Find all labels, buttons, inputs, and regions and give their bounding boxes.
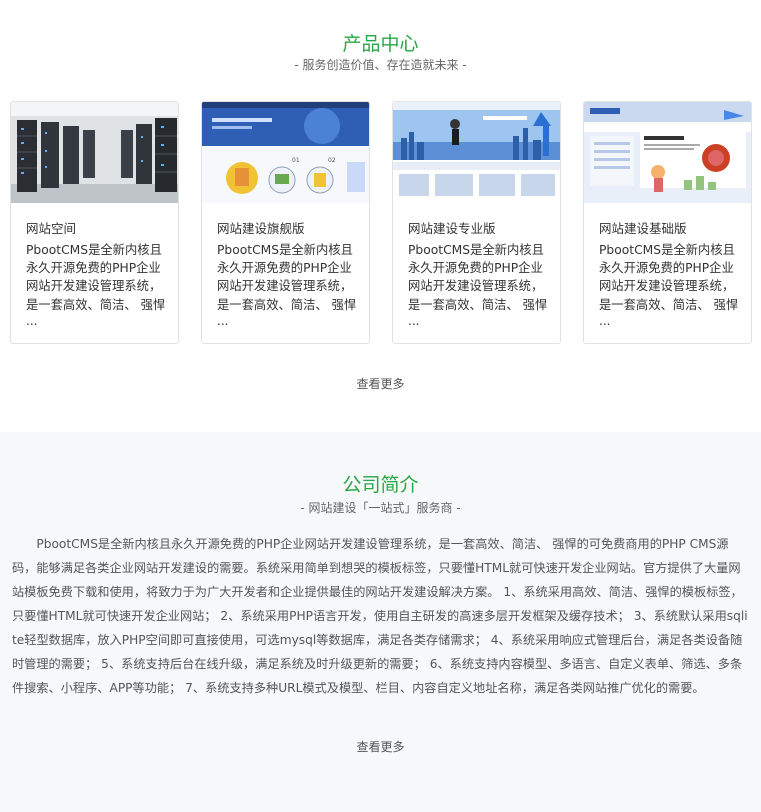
product-card-flagship[interactable]: 01 02 网站建设旗舰版 PbootCMS是全新内核且永久开源免费的PHP企业… bbox=[201, 101, 370, 344]
products-view-more-link[interactable]: 查看更多 bbox=[0, 375, 761, 392]
product-card-description: PbootCMS是全新内核且永久开源免费的PHP企业网站开发建设管理系统，是一套… bbox=[26, 243, 166, 312]
product-card-ellipsis: ... bbox=[408, 314, 420, 328]
company-profile-subtitle: - 网站建设「一站式」服务商 - bbox=[300, 501, 461, 515]
product-center-section: 产品中心 - 服务创造价值、存在造就未来 - 网站空间 PbootCMS是全新内… bbox=[0, 0, 761, 432]
website-template-image[interactable]: 01 02 bbox=[202, 102, 369, 203]
product-card-description: PbootCMS是全新内核且永久开源免费的PHP企业网站开发建设管理系统，是一套… bbox=[599, 243, 739, 312]
product-card-ellipsis: ... bbox=[217, 314, 229, 328]
product-card-hosting[interactable]: 网站空间 PbootCMS是全新内核且永久开源免费的PHP企业网站开发建设管理系… bbox=[10, 101, 179, 344]
product-card-ellipsis: ... bbox=[599, 314, 611, 328]
website-template-image[interactable] bbox=[584, 102, 751, 203]
about-view-more-link[interactable]: 查看更多 bbox=[0, 738, 761, 755]
company-profile-section: 公司简介 - 网站建设「一站式」服务商 - PbootCMS是全新内核且永久开源… bbox=[0, 432, 761, 812]
product-card-title[interactable]: 网站建设旗舰版 bbox=[217, 218, 305, 237]
product-card-professional[interactable]: 网站建设专业版 PbootCMS是全新内核且永久开源免费的PHP企业网站开发建设… bbox=[392, 101, 561, 344]
product-center-title: 产品中心 bbox=[342, 33, 419, 55]
product-card-title[interactable]: 网站空间 bbox=[26, 218, 76, 237]
company-profile-body: PbootCMS是全新内核且永久开源免费的PHP企业网站开发建设管理系统，是一套… bbox=[12, 537, 748, 695]
svg-text:02: 02 bbox=[328, 157, 336, 164]
product-card-title[interactable]: 网站建设基础版 bbox=[599, 218, 687, 237]
website-template-image[interactable] bbox=[393, 102, 560, 203]
product-card-basic[interactable]: 网站建设基础版 PbootCMS是全新内核且永久开源免费的PHP企业网站开发建设… bbox=[583, 101, 752, 344]
product-card-title[interactable]: 网站建设专业版 bbox=[408, 218, 496, 237]
company-profile-title: 公司简介 bbox=[342, 474, 419, 496]
server-room-image[interactable] bbox=[11, 102, 178, 203]
product-card-ellipsis: ... bbox=[26, 314, 38, 328]
product-card-description: PbootCMS是全新内核且永久开源免费的PHP企业网站开发建设管理系统，是一套… bbox=[408, 243, 548, 312]
product-card-description: PbootCMS是全新内核且永久开源免费的PHP企业网站开发建设管理系统，是一套… bbox=[217, 243, 357, 312]
svg-text:01: 01 bbox=[292, 157, 300, 164]
product-center-subtitle: - 服务创造价值、存在造就未来 - bbox=[294, 58, 467, 72]
